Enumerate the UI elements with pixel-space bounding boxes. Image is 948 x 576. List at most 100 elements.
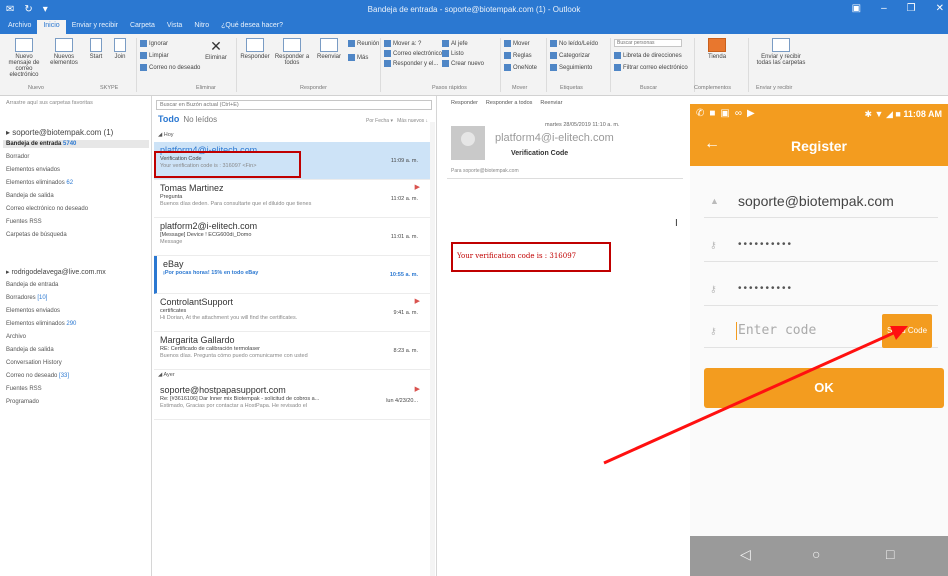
quickstep-create-new[interactable]: Crear nuevo: [442, 60, 484, 67]
group-hoy[interactable]: ◢ Hoy: [158, 132, 174, 138]
folder-eliminados[interactable]: Elementos eliminados 62: [6, 180, 73, 186]
reply-button[interactable]: Responder: [238, 38, 272, 60]
rules-button[interactable]: Reglas: [504, 52, 532, 59]
maximize-icon[interactable]: ❐: [907, 3, 916, 14]
quickstep-manager[interactable]: Al jefe: [442, 40, 468, 47]
tab-vista[interactable]: Vista: [161, 20, 188, 34]
filter-email-button[interactable]: Filtrar correo electrónico: [614, 64, 688, 71]
group-label-nuevo: Nuevo: [28, 85, 44, 91]
account-header-live[interactable]: ▸ rodrigodelavega@live.com.mx: [6, 268, 106, 276]
confirm-password-field[interactable]: ⚷ ••••••••••: [704, 272, 938, 306]
onenote-button[interactable]: OneNote: [504, 64, 537, 71]
tab-enviar-recibir[interactable]: Enviar y recibir: [66, 20, 124, 34]
flag-icon[interactable]: ▶: [415, 385, 420, 393]
manager-icon: [442, 40, 449, 47]
unread-read-button[interactable]: No leído/Leído: [550, 40, 598, 47]
delete-button[interactable]: ✕ Eliminar: [198, 38, 234, 61]
nav-back-icon[interactable]: ◁: [740, 546, 751, 563]
tab-carpeta[interactable]: Carpeta: [124, 20, 161, 34]
ribbon-display-icon[interactable]: ▣: [852, 3, 861, 14]
follow-up-button[interactable]: Seguimiento: [550, 64, 592, 71]
move-button[interactable]: Mover: [504, 40, 530, 47]
code-field[interactable]: ⚷ Enter code Send Code: [704, 314, 938, 348]
email-field[interactable]: ▲ soporte@biotempak.com: [704, 184, 938, 218]
send-code-button[interactable]: Send Code: [882, 314, 932, 348]
flag-icon[interactable]: ▶: [415, 183, 420, 191]
ignore-button[interactable]: Ignorar: [140, 40, 168, 47]
categorize-button[interactable]: Categorizar: [550, 52, 590, 59]
skype-start-button[interactable]: Start: [86, 38, 106, 60]
folder2-conversation[interactable]: Conversation History: [6, 360, 62, 366]
close-icon[interactable]: ✕: [936, 3, 944, 14]
message-row[interactable]: ControlantSupport certificates Hi Dorian…: [154, 294, 430, 332]
folder-bandeja-salida[interactable]: Bandeja de salida: [6, 193, 54, 199]
reply-all-button[interactable]: Responder a todos: [274, 38, 310, 66]
message-list-scrollbar[interactable]: [430, 122, 435, 576]
more-button[interactable]: Más: [348, 54, 368, 61]
clean-button[interactable]: Limpiar: [140, 52, 169, 59]
nav-home-icon[interactable]: ○: [812, 546, 820, 562]
email-icon: [384, 50, 391, 57]
folder2-programado[interactable]: Programado: [6, 399, 39, 405]
folder-bandeja-entrada[interactable]: Bandeja de entrada 5740: [3, 140, 149, 148]
message-row[interactable]: eBay ¡Por pocas horas! 15% en todo eBay …: [154, 256, 430, 294]
message-row[interactable]: Margarita Gallardo RE: Certificado de ca…: [154, 332, 430, 370]
folder2-enviados[interactable]: Elementos enviados: [6, 308, 60, 314]
filter-all[interactable]: Todo: [158, 114, 179, 124]
sort-controls[interactable]: Por Fecha ▾ Más nuevos ↓: [366, 118, 428, 124]
group-label-mover: Mover: [512, 85, 528, 91]
flag-icon: [550, 64, 557, 71]
folder-rss[interactable]: Fuentes RSS: [6, 219, 42, 225]
search-people-input[interactable]: [614, 39, 682, 47]
reply-link[interactable]: Responder: [451, 100, 478, 106]
store-button[interactable]: Tienda: [700, 38, 734, 60]
forward-link[interactable]: Reenviar: [540, 100, 562, 106]
send-receive-all-button[interactable]: Enviar y recibir todas las carpetas: [756, 38, 806, 66]
folder2-archivo[interactable]: Archivo: [6, 334, 26, 340]
message-row[interactable]: soporte@hostpapasupport.com Re: [#361610…: [154, 382, 430, 420]
address-book-button[interactable]: Libreta de direcciones: [614, 52, 682, 59]
folder-busqueda[interactable]: Carpetas de búsqueda: [6, 232, 67, 238]
group-label-complementos: Complementos: [694, 85, 731, 91]
tell-me-search[interactable]: ¿Qué desea hacer?: [215, 20, 289, 34]
folder-enviados[interactable]: Elementos enviados: [6, 167, 60, 173]
flag-icon[interactable]: ▶: [415, 297, 420, 305]
tab-inicio[interactable]: Inicio: [37, 20, 66, 34]
forward-button[interactable]: Reenviar: [312, 38, 346, 60]
account-header-biotempak[interactable]: ▸ soporte@biotempak.com (1): [6, 128, 113, 137]
folder2-borradores[interactable]: Borradores [10]: [6, 295, 47, 301]
quickstep-team-email[interactable]: Correo electrónico...: [384, 50, 447, 57]
junk-button[interactable]: Correo no deseado: [140, 64, 200, 71]
message-row[interactable]: platform2@i-elitech.com [Message] Device…: [154, 218, 430, 256]
filter-unread[interactable]: No leídos: [183, 115, 217, 124]
message-row[interactable]: Tomas Martinez Pregunta Buenos días dede…: [154, 180, 430, 218]
password-field[interactable]: ⚷ ••••••••••: [704, 228, 938, 262]
tab-archivo[interactable]: Archivo: [2, 20, 37, 34]
create-icon: [442, 60, 449, 67]
new-items-button[interactable]: Nuevos elementos: [46, 38, 82, 66]
reply-icon: [246, 38, 264, 52]
folder2-entrada[interactable]: Bandeja de entrada: [6, 282, 58, 288]
meeting-button[interactable]: Reunión: [348, 40, 379, 47]
minimize-icon[interactable]: –: [881, 3, 887, 14]
group-ayer[interactable]: ◢ Ayer: [158, 372, 175, 378]
new-email-button[interactable]: Nuevo mensaje de correo electrónico: [4, 38, 44, 78]
folder2-salida[interactable]: Bandeja de salida: [6, 347, 54, 353]
folder2-no-deseado[interactable]: Correo no deseado [33]: [6, 373, 69, 379]
quickstep-done[interactable]: Listo: [442, 50, 464, 57]
folder2-rss[interactable]: Fuentes RSS: [6, 386, 42, 392]
skype-start-icon: [90, 38, 102, 52]
reply-all-link[interactable]: Responder a todos: [486, 100, 532, 106]
folder-borrador[interactable]: Borrador: [6, 154, 29, 160]
folder-icon: [384, 40, 391, 47]
skype-join-button[interactable]: Join: [110, 38, 130, 60]
quickstep-move[interactable]: Mover a: ?: [384, 40, 421, 47]
store-icon: [708, 38, 726, 52]
mailbox-search-input[interactable]: [156, 100, 432, 110]
quickstep-reply-delete[interactable]: Responder y el...: [384, 60, 438, 67]
folder-no-deseado[interactable]: Correo electrónico no deseado: [6, 206, 88, 212]
tab-nitro[interactable]: Nitro: [188, 20, 215, 34]
nav-recents-icon[interactable]: □: [886, 546, 894, 562]
ok-button[interactable]: OK: [704, 368, 944, 408]
folder2-eliminados[interactable]: Elementos eliminados 290: [6, 321, 76, 327]
